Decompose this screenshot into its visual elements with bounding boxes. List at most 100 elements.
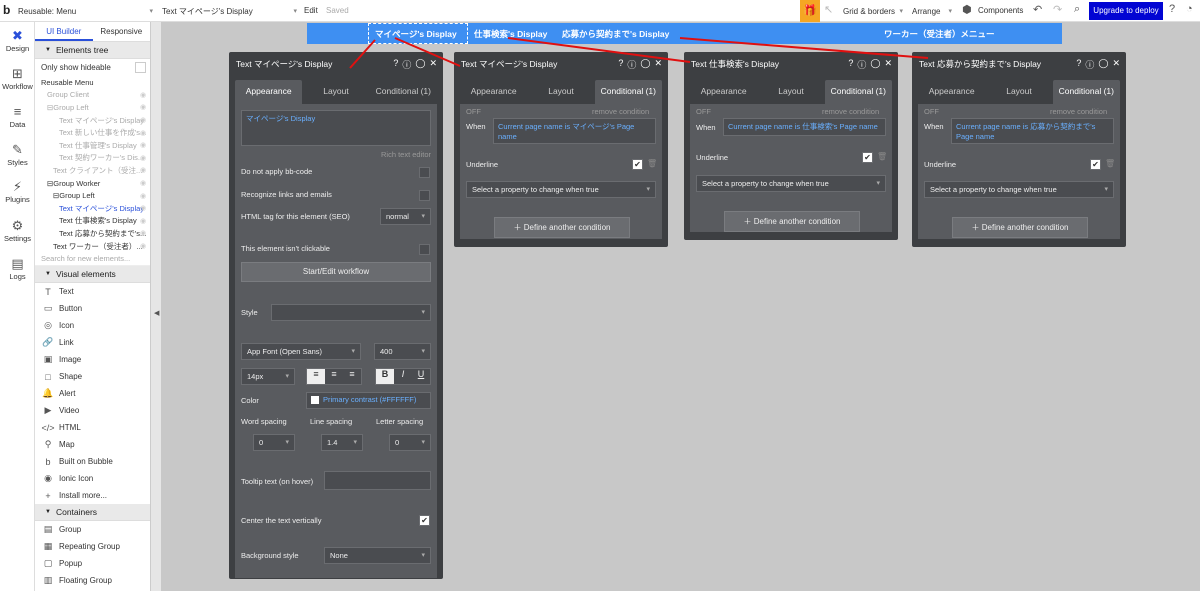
close-icon[interactable]: ✕ — [429, 58, 437, 71]
html-tag-dropdown[interactable]: normal — [380, 208, 431, 225]
tab-appearance[interactable]: Appearance — [460, 80, 527, 104]
element-palette-item[interactable]: ▤ Group — [35, 521, 150, 538]
align-center-icon[interactable]: ≡ — [325, 369, 343, 384]
tree-item[interactable]: Text 契約ワーカー's Dis... ◉ — [35, 152, 150, 165]
eye-icon[interactable]: ◉ — [140, 179, 146, 187]
element-selector[interactable]: Text マイページ's Display ▾ — [162, 4, 297, 18]
tab-conditional[interactable]: Conditional (1) — [594, 80, 662, 104]
tree-item[interactable]: Text 仕事検索's Display ◉ — [35, 215, 150, 228]
visual-elements-header[interactable]: ▼ Visual elements — [35, 266, 150, 284]
comment-icon[interactable]: ◯ — [415, 58, 425, 71]
condition-expression[interactable]: Current page name is 応募から契約まで's Page nam… — [951, 118, 1114, 144]
style-dropdown[interactable] — [271, 304, 431, 321]
page-selector[interactable]: Reusable: Menu ▾ — [18, 4, 153, 18]
underline-checkbox[interactable]: ✔ — [632, 159, 643, 170]
condition-expression[interactable]: Current page name is 仕事検索's Page name — [723, 118, 886, 136]
condition-off-label[interactable]: OFF — [466, 107, 481, 116]
remove-condition-link[interactable]: remove condition — [1050, 107, 1107, 116]
tree-item[interactable]: ⊟Group Left ◉ — [35, 101, 150, 114]
word-spacing-dropdown[interactable]: 0 — [253, 434, 295, 451]
panel-collapse-gutter[interactable]: ◀ — [151, 22, 161, 591]
not-clickable-checkbox[interactable] — [419, 244, 430, 255]
canvas-nav-apply-contract[interactable]: 応募から契約まで's Display — [562, 28, 669, 40]
align-left-icon[interactable]: ≡ — [307, 369, 325, 384]
close-icon[interactable]: ✕ — [884, 58, 892, 71]
element-palette-item[interactable]: ◉ Ionic Icon — [35, 470, 150, 487]
gift-icon[interactable]: 🎁 — [800, 0, 820, 22]
condition-expression[interactable]: Current page name is マイページ's Page name — [493, 118, 656, 144]
element-palette-item[interactable]: ▥ Floating Group — [35, 572, 150, 589]
comment-icon[interactable]: ◯ — [1098, 58, 1108, 71]
eye-icon[interactable]: ◉ — [140, 166, 146, 174]
text-content-input[interactable]: マイページ's Display — [241, 110, 431, 146]
italic-icon[interactable]: I — [394, 369, 412, 384]
info-icon[interactable]: ⓘ — [1085, 58, 1094, 71]
canvas-worker-menu-title[interactable]: ワーカー（受注者）メニュー — [884, 28, 995, 40]
element-palette-item[interactable]: 🔗 Link — [35, 334, 150, 351]
tab-ui-builder[interactable]: UI Builder — [35, 22, 93, 41]
grid-borders-menu[interactable]: Grid & borders ▾ — [843, 4, 903, 18]
bbcode-checkbox[interactable] — [419, 167, 430, 178]
element-palette-item[interactable]: + Install more... — [35, 487, 150, 504]
element-palette-item[interactable]: 🔔 Alert — [35, 385, 150, 402]
eye-icon[interactable]: ◉ — [140, 242, 146, 250]
components-button[interactable]: Components — [978, 6, 1023, 15]
rich-text-link[interactable]: Rich text editor — [381, 150, 431, 159]
close-icon[interactable]: ✕ — [1112, 58, 1120, 71]
sidebar-item-data[interactable]: ≡ Data — [0, 104, 35, 129]
bold-icon[interactable]: B — [376, 369, 394, 384]
element-palette-item[interactable]: T Text — [35, 283, 150, 300]
eye-icon[interactable]: ◉ — [140, 192, 146, 200]
bg-style-dropdown[interactable]: None — [324, 547, 431, 564]
user-icon[interactable]: ◔ — [1186, 3, 1193, 15]
tree-item[interactable]: ⊟Group Left ◉ — [35, 189, 150, 202]
tab-conditional[interactable]: Conditional (1) — [824, 80, 892, 104]
font-weight-dropdown[interactable]: 400 — [374, 343, 431, 360]
tab-appearance[interactable]: Appearance — [235, 80, 303, 104]
pointer-icon[interactable]: ↖ — [824, 3, 833, 16]
eye-icon[interactable]: ◉ — [140, 154, 146, 162]
underline-checkbox[interactable]: ✔ — [1090, 159, 1101, 170]
arrange-menu[interactable]: Arrange ▾ — [912, 4, 952, 18]
info-icon[interactable]: ⓘ — [857, 58, 866, 71]
tree-item[interactable]: Group Client ◉ — [35, 89, 150, 102]
eye-icon[interactable]: ◉ — [140, 141, 146, 149]
font-dropdown[interactable]: App Font (Open Sans) — [241, 343, 361, 360]
sidebar-item-design[interactable]: ✖ Design — [0, 28, 35, 53]
search-icon[interactable]: ⌕ — [1074, 3, 1080, 16]
condition-off-label[interactable]: OFF — [696, 107, 711, 116]
info-icon[interactable]: ⓘ — [402, 58, 411, 71]
redo-icon[interactable]: ↷ — [1053, 3, 1062, 16]
eye-icon[interactable]: ◉ — [140, 229, 146, 237]
sidebar-item-settings[interactable]: ⚙ Settings — [0, 218, 35, 243]
tree-item[interactable]: Text 新しい仕事を作成's... ◉ — [35, 126, 150, 139]
element-palette-item[interactable]: </> HTML — [35, 419, 150, 436]
center-vert-checkbox[interactable]: ✔ — [419, 515, 430, 526]
bubble-logo[interactable]: b — [3, 3, 10, 17]
containers-header[interactable]: ▼ Containers — [35, 504, 150, 522]
sidebar-item-workflow[interactable]: ⊞ Workflow — [0, 66, 35, 91]
tree-item[interactable]: Text 応募から契約まで's... ◉ — [35, 227, 150, 240]
element-palette-item[interactable]: ⚲ Map — [35, 436, 150, 453]
tab-appearance[interactable]: Appearance — [690, 80, 757, 104]
element-palette-item[interactable]: ▢ Popup — [35, 555, 150, 572]
tab-layout[interactable]: Layout — [527, 80, 594, 104]
only-hideable-checkbox[interactable] — [135, 62, 146, 73]
tree-item[interactable]: Text 仕事管理's Display ◉ — [35, 139, 150, 152]
tab-conditional[interactable]: Conditional (1) — [370, 80, 437, 104]
close-icon[interactable]: ✕ — [654, 58, 662, 71]
trash-icon[interactable]: 🗑 — [1105, 159, 1115, 168]
help-icon[interactable]: ? — [618, 58, 623, 71]
help-icon[interactable]: ? — [1076, 58, 1081, 71]
eye-icon[interactable]: ◉ — [140, 91, 146, 99]
tab-appearance[interactable]: Appearance — [918, 80, 985, 104]
sidebar-item-logs[interactable]: ▤ Logs — [0, 256, 35, 281]
element-palette-item[interactable]: □ Shape — [35, 368, 150, 385]
element-palette-item[interactable]: ▶ Video — [35, 402, 150, 419]
define-condition-button[interactable]: ＋ Define another condition — [952, 217, 1088, 238]
element-palette-item[interactable]: ▭ Button — [35, 300, 150, 317]
sidebar-item-styles[interactable]: ✎ Styles — [0, 142, 35, 167]
sidebar-item-plugins[interactable]: ⚡ Plugins — [0, 179, 35, 204]
tab-layout[interactable]: Layout — [302, 80, 369, 104]
element-palette-item[interactable]: b Built on Bubble — [35, 453, 150, 470]
